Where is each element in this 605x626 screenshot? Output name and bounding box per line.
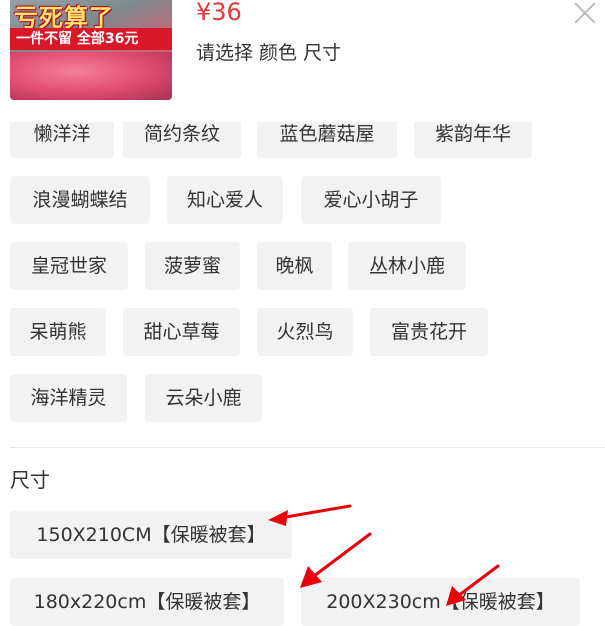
thumbnail-promo-strip: 一件不留 全部36元 <box>10 28 172 50</box>
close-icon[interactable] <box>573 1 597 25</box>
thumbnail-fabric-image <box>10 52 172 100</box>
size-option-180x220[interactable]: 180x220cm【保暖被套】 <box>10 578 284 626</box>
product-header: 亏死算了 一件不留 全部36元 ¥36 请选择 颜色 尺寸 <box>0 0 605 122</box>
product-price: ¥36 <box>196 0 242 26</box>
color-option-zhixin-airen[interactable]: 知心爱人 <box>167 176 283 224</box>
product-thumbnail: 亏死算了 一件不留 全部36元 <box>10 0 172 100</box>
annotation-arrow-2 <box>300 532 372 588</box>
size-option-150x210[interactable]: 150X210CM【保暖被套】 <box>10 511 292 559</box>
color-option-langman-hudiejie[interactable]: 浪漫蝴蝶结 <box>10 176 150 224</box>
selection-hint: 请选择 颜色 尺寸 <box>196 42 342 64</box>
color-option-aixin-xiaohuzi[interactable]: 爱心小胡子 <box>301 176 441 224</box>
color-option-huolieniao[interactable]: 火烈鸟 <box>257 308 353 356</box>
size-section-title: 尺寸 <box>10 468 50 492</box>
annotation-arrow-3 <box>446 564 500 606</box>
section-divider <box>10 447 605 448</box>
color-option-fugui-huakai[interactable]: 富贵花开 <box>370 308 488 356</box>
color-option-conglin-xiaolu[interactable]: 丛林小鹿 <box>348 242 466 290</box>
color-option-tianxin-caomei[interactable]: 甜心草莓 <box>123 308 240 356</box>
color-option-boluomi[interactable]: 菠萝蜜 <box>145 242 240 290</box>
color-option-wanfeng[interactable]: 晚枫 <box>257 242 332 290</box>
color-option-huangguan-shijia[interactable]: 皇冠世家 <box>10 242 128 290</box>
color-option-daimeng-xiong[interactable]: 呆萌熊 <box>10 308 106 356</box>
color-option-haiyang-jingling[interactable]: 海洋精灵 <box>10 374 127 422</box>
color-option-yunduo-xiaolu[interactable]: 云朵小鹿 <box>145 374 262 422</box>
thumbnail-slogan: 亏死算了 <box>14 4 114 32</box>
